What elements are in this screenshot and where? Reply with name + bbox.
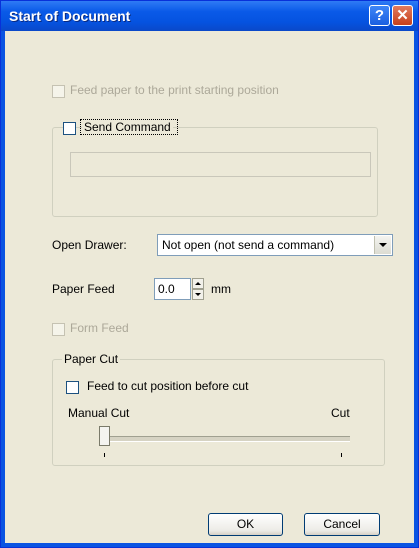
dialog-window: Start of Document ? ✕ Feed paper to the … (0, 0, 419, 548)
title-bar[interactable]: Start of Document ? ✕ (1, 1, 418, 31)
chevron-down-icon (379, 243, 387, 247)
feed-paper-checkbox[interactable] (52, 85, 65, 98)
slider-right-label: Cut (331, 406, 350, 420)
form-feed-label: Form Feed (70, 321, 129, 335)
paper-feed-label: Paper Feed (52, 282, 115, 296)
open-drawer-select[interactable]: Not open (not send a command) (157, 234, 393, 256)
send-command-checkbox[interactable] (63, 122, 76, 135)
paper-feed-unit: mm (211, 282, 231, 296)
feed-paper-label: Feed paper to the print starting positio… (70, 83, 279, 97)
feed-to-cut-label: Feed to cut position before cut (87, 379, 249, 393)
window-title: Start of Document (9, 8, 131, 24)
cancel-button[interactable]: Cancel (304, 513, 380, 536)
close-button[interactable]: ✕ (392, 5, 413, 26)
send-command-field[interactable] (70, 152, 371, 177)
paper-feed-input[interactable]: 0.0 (154, 278, 191, 300)
help-button[interactable]: ? (369, 5, 390, 26)
paper-feed-spinner (192, 278, 204, 300)
feed-to-cut-checkbox[interactable] (66, 381, 79, 394)
close-icon: ✕ (396, 7, 409, 24)
paper-cut-slider-thumb[interactable] (99, 426, 110, 446)
ok-button[interactable]: OK (208, 513, 283, 536)
slider-tick (104, 453, 105, 457)
arrow-down-icon (195, 293, 201, 296)
slider-left-label: Manual Cut (68, 406, 130, 420)
focus-rectangle (80, 119, 178, 135)
spin-down-button[interactable] (192, 289, 204, 300)
arrow-up-icon (195, 282, 201, 285)
spin-up-button[interactable] (192, 278, 204, 289)
paper-cut-slider-track[interactable] (103, 436, 350, 442)
form-feed-checkbox[interactable] (52, 323, 65, 336)
dialog-client: Feed paper to the print starting positio… (5, 31, 414, 543)
slider-tick (341, 453, 342, 457)
open-drawer-label: Open Drawer: (52, 238, 127, 252)
open-drawer-value: Not open (not send a command) (162, 238, 335, 252)
dropdown-arrow-button[interactable] (374, 236, 391, 254)
question-icon: ? (374, 7, 385, 24)
paper-cut-title: Paper Cut (62, 352, 121, 366)
